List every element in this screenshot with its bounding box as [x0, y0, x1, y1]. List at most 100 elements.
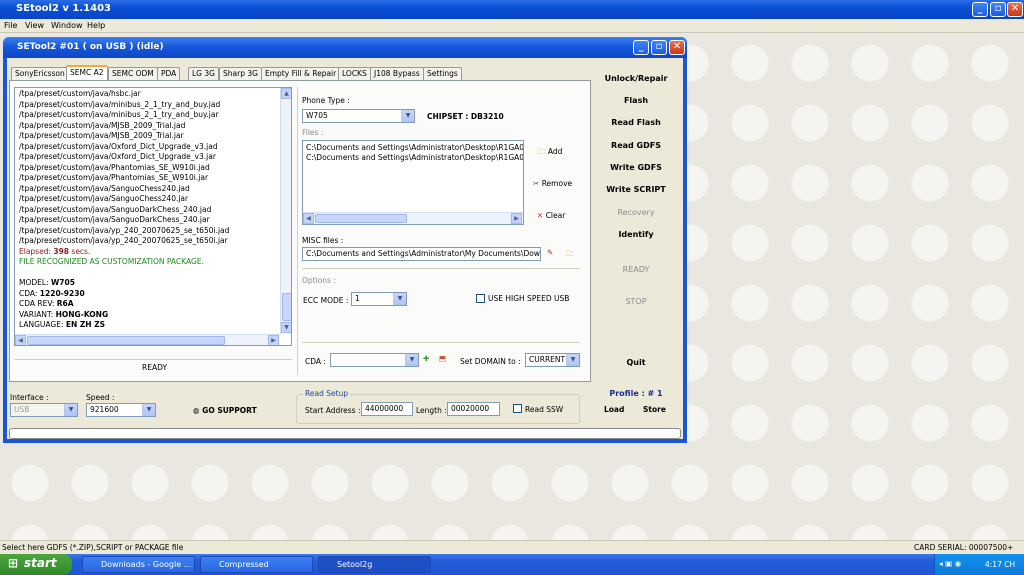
scroll-right-icon[interactable]: ▶ [268, 335, 279, 345]
recovery-button[interactable]: Recovery [596, 208, 676, 217]
interface-label: Interface : [10, 393, 49, 402]
start-label: start [24, 556, 57, 570]
tab-locks[interactable]: LOCKS [338, 67, 371, 80]
length-label: Length : [416, 406, 447, 415]
cda-select[interactable]: ▼ [330, 353, 419, 367]
unlock-repair-button[interactable]: Unlock/Repair [596, 74, 676, 83]
set-domain-label: Set DOMAIN to : [460, 357, 521, 366]
taskbar-item-compressed[interactable]: Compressed [200, 556, 313, 573]
scroll-up-icon[interactable]: ▲ [281, 88, 291, 99]
tab-lg-3g[interactable]: LG 3G [188, 67, 219, 80]
child-maximize-icon[interactable]: ▫ [651, 40, 667, 55]
log-line: /tpa/preset/custom/java/Phantomias_SE_W9… [19, 173, 209, 182]
file-item[interactable]: C:\Documents and Settings\Administrator\… [306, 153, 523, 162]
scroll-thumb[interactable] [282, 293, 291, 321]
edit-icon[interactable]: ✎ [547, 248, 553, 257]
scroll-down-icon[interactable]: ▼ [281, 322, 291, 333]
elapsed-value: 398 [53, 246, 70, 256]
tab-empty-fill-repair[interactable]: Empty Fill & Repair [261, 67, 341, 80]
log-line: /tpa/preset/custom/java/Oxford_Dict_Upgr… [19, 152, 216, 161]
high-speed-usb-label: USE HIGH SPEED USB [488, 294, 570, 303]
log-horizontal-scrollbar[interactable]: ◀ ▶ [15, 334, 280, 345]
menu-file[interactable]: File [4, 21, 17, 30]
tab-j108-bypass[interactable]: J108 Bypass [370, 67, 424, 80]
add-button[interactable]: 🗀 Add [538, 146, 562, 159]
hscroll-thumb[interactable] [27, 336, 225, 345]
tab-sonyericsson[interactable]: SonyEricsson [11, 67, 69, 80]
tab-semc-a2[interactable]: SEMC A2 [66, 65, 108, 81]
log-status: READY [142, 363, 168, 372]
speed-select[interactable]: 921600 ▼ [86, 403, 156, 417]
write-gdfs-button[interactable]: Write GDFS [596, 163, 676, 172]
close-icon[interactable]: ✕ [1007, 2, 1023, 17]
log-line: /tpa/preset/custom/java/SanguoDarkChess_… [19, 204, 212, 214]
scroll-right-icon[interactable]: ▶ [511, 213, 522, 224]
remove-button[interactable]: ✂ Remove [533, 179, 572, 188]
scroll-left-icon[interactable]: ◀ [303, 213, 314, 224]
files-list[interactable]: C:\Documents and Settings\Administrator\… [302, 140, 524, 225]
log-vertical-scrollbar[interactable]: ▲ ▼ [280, 88, 291, 334]
scroll-left-icon[interactable]: ◀ [15, 335, 26, 345]
tab-pda[interactable]: PDA [157, 67, 181, 80]
variant-value: HONG-KONG [55, 309, 109, 319]
tab-settings[interactable]: Settings [423, 67, 462, 80]
start-button[interactable]: ⊞ start [0, 554, 72, 575]
app-title: SEtool2 v 1.1403 [16, 3, 112, 14]
child-close-icon[interactable]: ✕ [669, 40, 685, 55]
save-cda-icon[interactable]: ⬒ [439, 354, 446, 363]
hscroll-thumb[interactable] [315, 214, 407, 223]
tray-icons[interactable]: ◂ ▣ ◉ [939, 559, 961, 568]
length-input[interactable]: 00020000 [447, 402, 500, 416]
taskbar-item-downloads[interactable]: Downloads - Google ... [82, 556, 195, 573]
misc-files-input[interactable]: C:\Documents and Settings\Administrator\… [302, 247, 541, 261]
read-flash-button[interactable]: Read Flash [596, 118, 676, 127]
chipset-label: CHIPSET : DB3210 [427, 112, 504, 121]
go-support-button[interactable]: ◍ GO SUPPORT [193, 406, 257, 415]
phone-type-label: Phone Type : [302, 96, 350, 105]
phone-type-select[interactable]: W705 ▼ [302, 109, 415, 123]
chevron-down-icon: ▼ [401, 110, 414, 122]
log-output[interactable]: /tpa/preset/custom/java/hsbc.jar /tpa/pr… [14, 87, 292, 346]
file-item[interactable]: C:\Documents and Settings\Administrator\… [306, 143, 523, 152]
interface-select[interactable]: USB ▼ [10, 403, 78, 417]
log-line: /tpa/preset/custom/java/minibus_2_1_try_… [19, 99, 221, 109]
read-ssw-label: Read SSW [525, 405, 564, 414]
minimize-icon[interactable]: _ [972, 2, 988, 17]
add-cda-icon[interactable]: ✚ [423, 354, 429, 363]
read-gdfs-button[interactable]: Read GDFS [596, 141, 676, 150]
menu-window[interactable]: Window [51, 21, 83, 30]
log-line: /tpa/preset/custom/java/hsbc.jar [19, 89, 141, 98]
write-script-button[interactable]: Write SCRIPT [596, 185, 676, 194]
taskbar-item-setool2g[interactable]: Setool2g [318, 556, 431, 573]
log-line: /tpa/preset/custom/java/MJSB_2009_Trial.… [19, 131, 184, 140]
log-model: MODEL: W705 [19, 278, 75, 287]
flash-button[interactable]: Flash [596, 96, 676, 105]
menu-help[interactable]: Help [87, 21, 105, 30]
files-horizontal-scrollbar[interactable]: ◀ ▶ [303, 212, 523, 224]
menu-view[interactable]: View [25, 21, 44, 30]
maximize-icon[interactable]: ▫ [990, 2, 1006, 17]
start-address-input[interactable]: 44000000 [361, 402, 413, 416]
stop-button[interactable]: STOP [596, 297, 676, 306]
clear-button[interactable]: ✕ Clear [537, 211, 565, 220]
log-recognized: FILE RECOGNIZED AS CUSTOMIZATION PACKAGE… [19, 257, 204, 266]
ready-indicator: READY [622, 265, 650, 274]
open-folder-icon[interactable]: 🗀 [566, 248, 574, 261]
read-ssw-checkbox[interactable] [513, 404, 522, 413]
child-minimize-icon[interactable]: _ [633, 40, 649, 55]
high-speed-usb-checkbox[interactable] [476, 294, 485, 303]
set-domain-select[interactable]: CURRENT ▼ [525, 353, 580, 367]
quit-button[interactable]: Quit [596, 358, 676, 367]
store-button[interactable]: Store [643, 405, 666, 414]
tab-semc-odm[interactable]: SEMC ODM [108, 67, 158, 80]
ecc-mode-select[interactable]: 1 ▼ [351, 292, 407, 306]
log-line: /tpa/preset/custom/java/Phantomias_SE_W9… [19, 162, 210, 172]
misc-files-label: MISC files : [302, 236, 344, 245]
profile-label: Profile : # 1 [609, 389, 663, 398]
load-button[interactable]: Load [604, 405, 624, 414]
child-title: SETool2 #01 ( on USB ) (idle) [17, 42, 164, 52]
cda-rev-value: R6A [56, 299, 74, 308]
identify-button[interactable]: Identify [596, 230, 676, 239]
ecc-mode-label: ECC MODE : [303, 296, 349, 305]
tab-sharp-3g[interactable]: Sharp 3G [219, 67, 262, 80]
